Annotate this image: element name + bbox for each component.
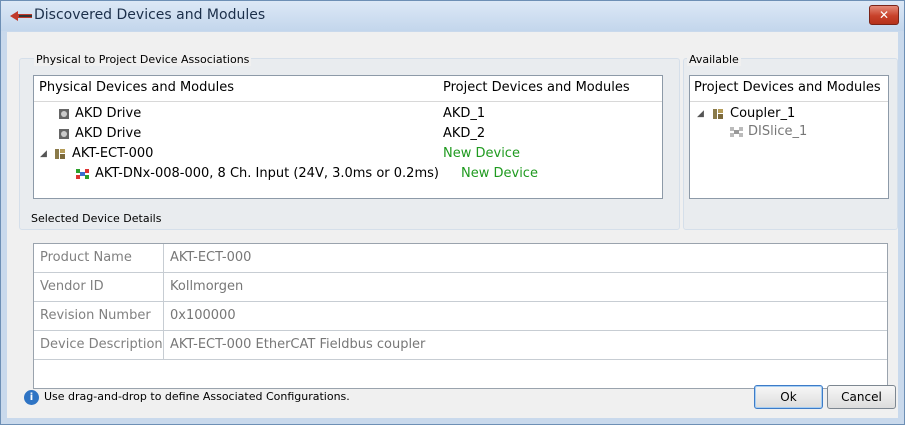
- details-row: Revision Number 0x100000: [34, 302, 887, 331]
- column-header-project[interactable]: Project Devices and Modules: [443, 76, 630, 100]
- associations-group-label: Physical to Project Device Associations: [34, 53, 252, 66]
- drive-icon: [59, 109, 69, 119]
- coupler-icon: [713, 109, 723, 119]
- details-label: Device Description: [40, 337, 163, 352]
- physical-device-label: AKT-DNx-008-000, 8 Ch. Input (24V, 3.0ms…: [95, 166, 439, 181]
- ok-button[interactable]: Ok: [754, 385, 823, 409]
- cancel-button[interactable]: Cancel: [827, 385, 896, 409]
- association-row[interactable]: AKT-DNx-008-000, 8 Ch. Input (24V, 3.0ms…: [34, 164, 662, 184]
- details-label: Product Name: [40, 250, 132, 265]
- available-item-label: Coupler_1: [730, 106, 796, 121]
- physical-device-label: AKD Drive: [75, 126, 142, 141]
- association-row[interactable]: ◢ AKT-ECT-000 New Device: [34, 144, 662, 164]
- available-tree-item[interactable]: DISlice_1: [690, 122, 888, 142]
- expand-arrow-icon[interactable]: ◢: [40, 144, 47, 164]
- association-row[interactable]: AKD Drive AKD_1: [34, 104, 662, 124]
- slice-icon: [730, 127, 743, 137]
- dialog-window: Discovered Devices and Modules ✕ Physica…: [0, 0, 905, 425]
- physical-device-label: AKT-ECT-000: [72, 146, 154, 161]
- title-bar[interactable]: Discovered Devices and Modules ✕: [1, 1, 904, 31]
- details-value: AKT-ECT-000 EtherCAT Fieldbus coupler: [170, 337, 426, 352]
- io-module-icon: [76, 169, 89, 179]
- available-group: Available Project Devices and Modules ◢ …: [683, 53, 898, 230]
- association-row[interactable]: AKD Drive AKD_2: [34, 124, 662, 144]
- details-row: Device Description AKT-ECT-000 EtherCAT …: [34, 331, 887, 360]
- available-tree-item[interactable]: ◢ Coupler_1: [690, 104, 888, 124]
- available-list[interactable]: Project Devices and Modules ◢ Coupler_1 …: [689, 75, 889, 199]
- available-column-header[interactable]: Project Devices and Modules: [694, 76, 881, 100]
- details-row: Vendor ID Kollmorgen: [34, 273, 887, 302]
- column-header-physical[interactable]: Physical Devices and Modules: [39, 76, 234, 100]
- details-label: Vendor ID: [40, 279, 104, 294]
- info-message: Use drag-and-drop to define Associated C…: [44, 390, 350, 403]
- project-device-label: New Device: [443, 146, 520, 161]
- drive-icon: [59, 129, 69, 139]
- details-grid: Product Name AKT-ECT-000 Vendor ID Kollm…: [33, 243, 888, 389]
- expand-arrow-icon[interactable]: ◢: [697, 104, 704, 124]
- project-device-label: AKD_2: [443, 126, 486, 141]
- info-icon: i: [24, 390, 39, 405]
- coupler-icon: [55, 149, 65, 159]
- window-title: Discovered Devices and Modules: [34, 7, 266, 23]
- details-group-label: Selected Device Details: [31, 212, 162, 225]
- available-group-label: Available: [687, 53, 741, 66]
- details-value: 0x100000: [170, 308, 236, 323]
- physical-device-label: AKD Drive: [75, 106, 142, 121]
- details-value: AKT-ECT-000: [170, 250, 252, 265]
- close-icon: ✕: [878, 8, 890, 22]
- associations-list[interactable]: Physical Devices and Modules Project Dev…: [33, 75, 663, 199]
- project-device-label: New Device: [461, 166, 538, 181]
- project-device-label: AKD_1: [443, 106, 486, 121]
- app-logo-icon: [10, 11, 32, 21]
- details-value: Kollmorgen: [170, 279, 244, 294]
- associations-group: Physical to Project Device Associations …: [19, 53, 680, 230]
- dialog-body: Physical to Project Device Associations …: [7, 32, 898, 418]
- details-label: Revision Number: [40, 308, 151, 323]
- close-button[interactable]: ✕: [869, 5, 899, 25]
- available-item-label: DISlice_1: [748, 124, 808, 139]
- details-row: Product Name AKT-ECT-000: [34, 244, 887, 273]
